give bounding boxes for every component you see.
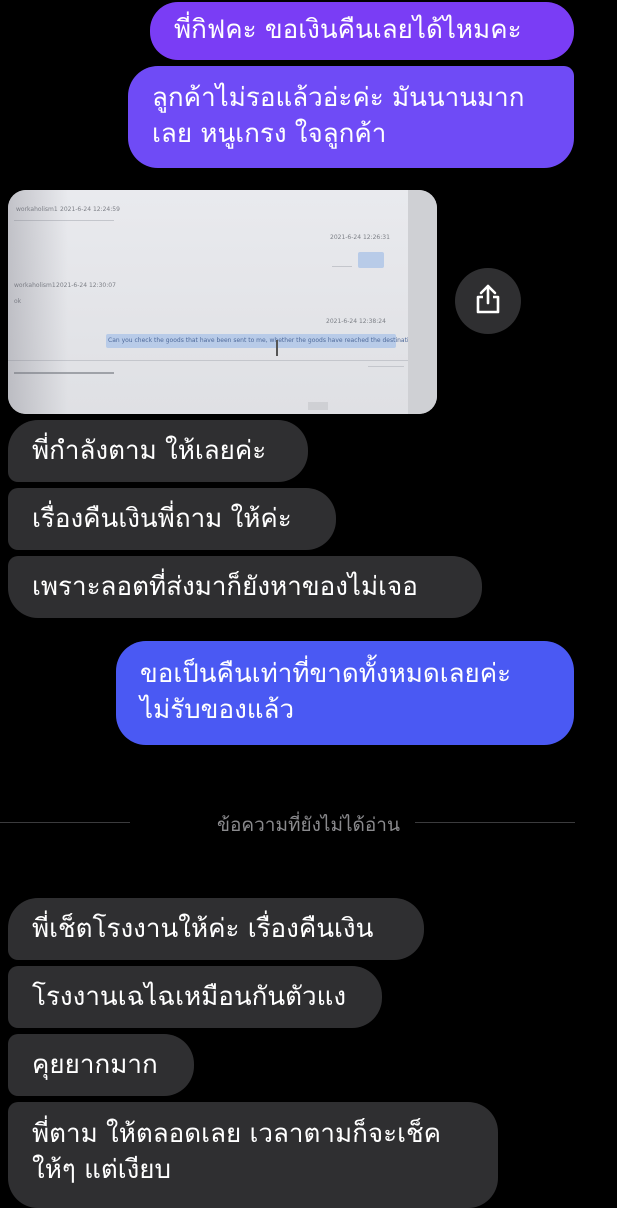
photo-timestamp: 2021-6-24 12:24:59 [60, 206, 120, 213]
incoming-message[interactable]: โรงงานเฉไฉเหมือนกันตัวแง [8, 966, 382, 1028]
photo-side-panel [408, 190, 437, 414]
unread-divider: ข้อความที่ยังไม่ได้อ่าน [0, 808, 617, 838]
share-icon [473, 283, 503, 319]
incoming-message[interactable]: เพราะลอตที่ส่งมาก็ยังหาของไม่เจอ [8, 556, 482, 618]
outgoing-message[interactable]: ขอเป็นคืนเท่าที่ขาดทั้งหมดเลยค่ะ ไม่รับข… [116, 641, 574, 745]
incoming-message[interactable]: พี่กำลังตาม ให้เลยค่ะ [8, 420, 308, 482]
share-button[interactable] [455, 268, 521, 334]
divider-line-right [415, 822, 575, 823]
photo-shadow [8, 190, 68, 414]
photo-english-message: Can you check the goods that have been s… [108, 337, 420, 344]
photo-button [308, 402, 328, 410]
photo-toolbar-divider [8, 360, 408, 361]
incoming-message[interactable]: พี่ตาม ให้ตลอดเลย เวลาตามก็จะเช็ค ให้ๆ แ… [8, 1102, 498, 1208]
photo-blue-bubble [358, 252, 384, 268]
incoming-message[interactable]: พี่เช็ตโรงงานให้ค่ะ เรื่องคืนเงิน [8, 898, 424, 960]
photo-timestamp: 2021-6-24 12:26:31 [330, 234, 390, 241]
photo-timestamp: 2021-6-24 12:38:24 [326, 318, 386, 325]
photo-text-line [332, 266, 352, 267]
outgoing-message[interactable]: ลูกค้าไม่รอแล้วอ่ะค่ะ มันนานมาก เลย หนูเ… [128, 66, 574, 168]
outgoing-message[interactable]: พี่กิฟคะ ขอเงินคืนเลยได้ไหมคะ [150, 2, 574, 60]
photo-toolbar-line [368, 366, 404, 367]
screenshot-chat-panel: workaholism1 2021-6-24 12:24:59 2021-6-2… [8, 190, 419, 414]
unread-divider-label: ข้อความที่ยังไม่ได้อ่าน [217, 814, 400, 836]
incoming-message[interactable]: เรื่องคืนเงินพี่ถาม ให้ค่ะ [8, 488, 336, 550]
incoming-message[interactable]: คุยยากมาก [8, 1034, 194, 1096]
photo-text-cursor [276, 340, 278, 356]
image-attachment[interactable]: workaholism1 2021-6-24 12:24:59 2021-6-2… [8, 190, 437, 414]
